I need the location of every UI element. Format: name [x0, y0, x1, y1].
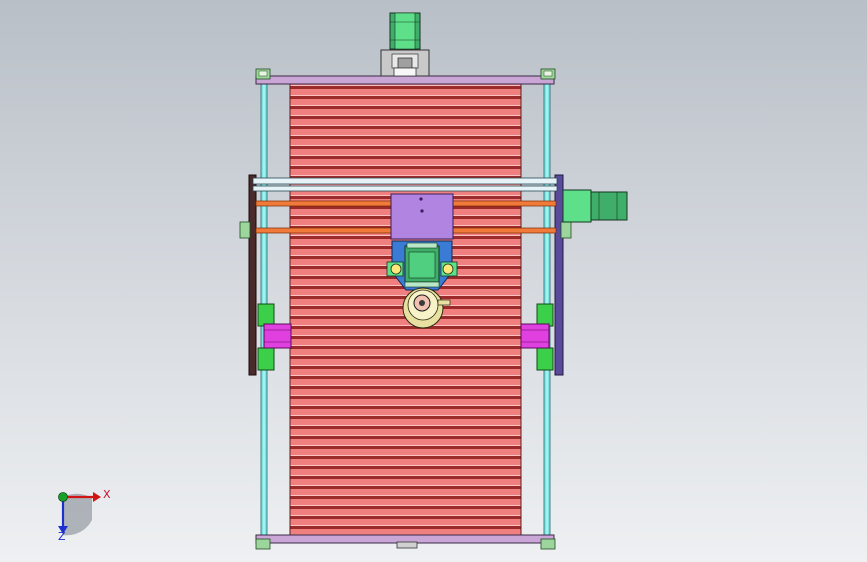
y-axis-stepper-motor[interactable] — [380, 12, 430, 77]
cad-viewport[interactable]: X Y Z — [0, 0, 867, 562]
frame-top-plate[interactable] — [255, 75, 555, 85]
y-bearing-block-right-bottom[interactable] — [536, 347, 554, 371]
triad-x-arrow — [93, 492, 101, 502]
y-drive-block-left[interactable] — [263, 323, 292, 349]
y-bearing-block-left-top[interactable] — [257, 303, 275, 327]
x-axis-stepper-motor[interactable] — [562, 189, 628, 223]
triad-y-axis — [58, 492, 68, 502]
corner-block-bl — [255, 538, 271, 550]
orientation-triad — [58, 492, 101, 536]
frame-bottom-plate[interactable] — [255, 534, 555, 549]
x-carriage-plate[interactable] — [390, 193, 454, 240]
spindle-clamp-right[interactable] — [440, 261, 458, 277]
y-bearing-block-right-top[interactable] — [536, 303, 554, 327]
y-bearing-block-left-bottom[interactable] — [257, 347, 275, 371]
y-drive-block-right[interactable] — [520, 323, 550, 349]
corner-block-tr — [540, 68, 556, 80]
spindle-clamp-left[interactable] — [386, 261, 404, 277]
gantry-side-plate-left[interactable] — [239, 174, 257, 376]
cnc-machine-model[interactable] — [0, 0, 867, 562]
corner-block-br — [540, 538, 556, 550]
triad-x-label: X — [103, 488, 111, 501]
triad-z-label: Z — [58, 530, 66, 543]
corner-block-tl — [255, 68, 271, 80]
